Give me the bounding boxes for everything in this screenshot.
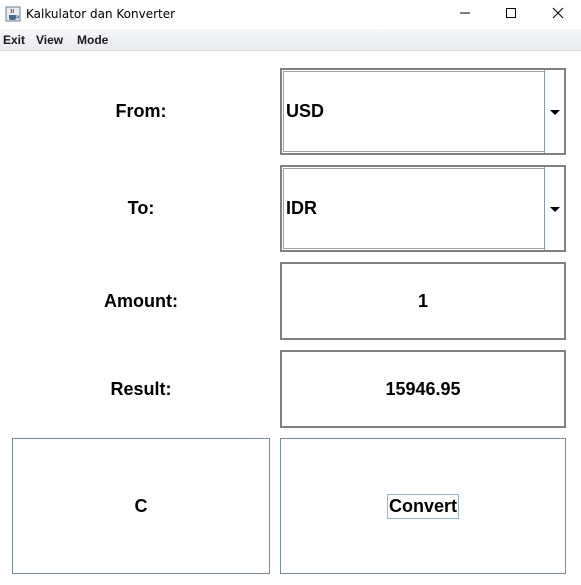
minimize-button[interactable] <box>442 0 488 29</box>
to-currency-value: IDR <box>286 198 317 218</box>
from-currency-value: USD <box>286 101 325 121</box>
app-window: Kalkulator dan Konverter Exit View Mode … <box>0 0 581 585</box>
to-currency-select[interactable]: IDR <box>280 165 566 252</box>
clear-button-label: C <box>134 495 148 516</box>
close-icon <box>552 6 564 24</box>
convert-button-label: Convert <box>386 493 459 519</box>
from-currency-dropdown-button[interactable] <box>544 70 564 153</box>
close-button[interactable] <box>535 0 581 29</box>
menu-bar: Exit View Mode <box>0 29 581 51</box>
maximize-icon <box>505 6 517 24</box>
chevron-down-icon <box>549 103 560 121</box>
from-currency-frame <box>283 71 563 152</box>
from-label: From: <box>115 101 167 121</box>
to-currency-dropdown-button[interactable] <box>544 167 564 250</box>
minimize-icon <box>459 6 471 24</box>
menu-exit[interactable]: Exit <box>3 33 25 47</box>
result-label: Result: <box>110 379 172 399</box>
chevron-down-icon <box>549 200 560 218</box>
maximize-button[interactable] <box>488 0 534 29</box>
result-field[interactable]: 15946.95 <box>280 350 566 428</box>
window-title: Kalkulator dan Konverter <box>26 7 176 21</box>
convert-button[interactable]: Convert <box>280 438 566 574</box>
title-bar[interactable]: Kalkulator dan Konverter <box>0 0 581 29</box>
to-label: To: <box>127 198 155 218</box>
java-cup-icon <box>5 6 21 22</box>
from-currency-select[interactable]: USD <box>280 68 566 155</box>
amount-input[interactable]: 1 <box>280 262 566 340</box>
amount-label: Amount: <box>104 291 178 311</box>
to-currency-frame <box>283 168 563 249</box>
menu-mode[interactable]: Mode <box>77 33 108 47</box>
clear-button[interactable]: C <box>12 438 270 574</box>
menu-view[interactable]: View <box>36 33 63 47</box>
